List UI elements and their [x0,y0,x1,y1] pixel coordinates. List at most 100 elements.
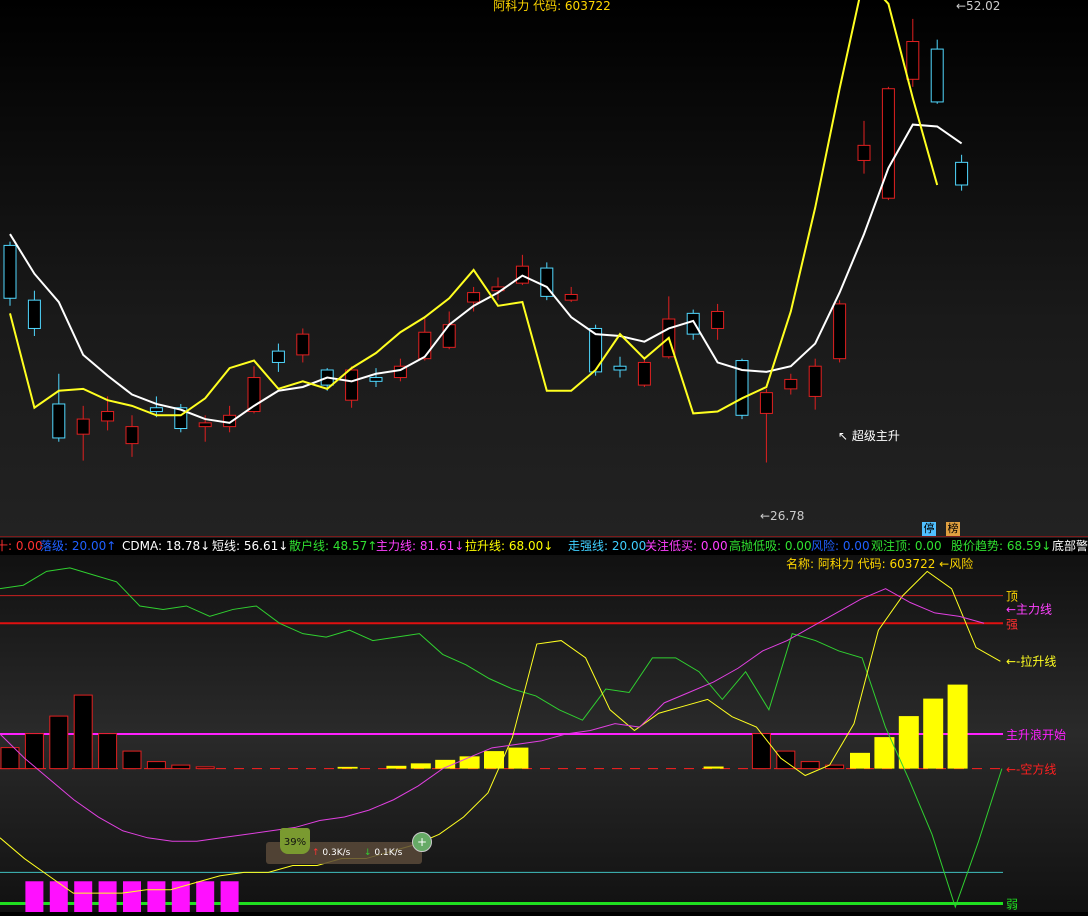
candle-body [76,418,90,435]
candle-body [906,41,920,80]
indicator-title: 名称: 阿科力 代码: 603722 ←风险 [786,556,973,571]
low-price-label: ←26.78 [760,509,804,523]
status-item: 观注顶: 0.00 [871,539,942,553]
indicator-status-bar: 十: 0.00 落级: 20.00↑ CDMA: 18.78↓ 短线: 56.61↓ 散… [0,538,1088,555]
bar-yellow [923,698,944,769]
status-item: 十: 0.00 [0,539,43,553]
status-item: CDMA: 18.78↓ [122,539,211,553]
bar-yellow [484,751,504,769]
candle-body [3,244,17,299]
bar-dark [195,766,215,770]
price-chart: 阿科力 代码: 603722 ←52.02 ←26.78 ↖ 超级主升 [3,0,1000,523]
green-line [0,567,1003,909]
candle-body [52,403,66,439]
indicator-chart: 名称: 阿科力 代码: 603722 ←风险顶强主升浪开始←-空方线弱←主力线←… [0,556,1066,916]
bar-magenta [171,881,190,916]
pull-line [0,570,1001,894]
bar-dark [73,694,93,770]
main-force-line [0,588,985,842]
candle-body [442,324,456,348]
candle-body [686,312,700,335]
candle-body [149,407,163,413]
bar-yellow [874,737,895,769]
candle-body [759,392,773,414]
bar-yellow [508,747,529,769]
bar-magenta [123,881,141,916]
candle-body [125,426,139,445]
bar-dark [146,761,166,770]
status-item: 风险: 0.00 [811,539,870,553]
status-item: 底部警 [1052,539,1088,553]
candle-body [467,292,481,303]
bar-yellow [410,763,431,769]
bar-dark [24,733,44,770]
network-speed-widget[interactable]: 39% ↑ 0.3K/s ↓ 0.1K/s + [266,822,432,864]
panel-divider [0,536,1088,537]
candle-body [418,331,432,360]
bar-dark [800,761,820,770]
bar-magenta [220,881,239,916]
status-item: 散户线: 48.57↑ [289,539,378,553]
status-item: 落级: 20.00↑ [40,539,117,553]
hline-label: 主升浪开始 [1006,727,1066,742]
status-item: 走强线: 20.00 [568,539,647,553]
bar-dark [98,733,118,770]
candle-body [784,378,798,390]
candle-body [369,377,383,382]
indicator-panel: 名称: 阿科力 代码: 603722 ←风险顶强主升浪开始 ←-空方线弱 ←主力线 ←… [0,555,1088,916]
bar-yellow [386,765,407,769]
hline-label: ←-空方线 [1006,762,1056,777]
candle-body [833,303,847,360]
candle-body [857,144,871,161]
candle-body [637,361,651,386]
hline-label: 强 [1006,617,1018,631]
candle-body [808,365,822,397]
candle-body [564,293,578,301]
candle-body [271,350,285,363]
main-line-label: ←主力线 [1006,602,1052,616]
bar-magenta [25,881,44,916]
candle-body [930,48,944,103]
bar-yellow [337,766,358,769]
upload-speed: ↑ 0.3K/s [312,848,351,858]
candle-body [296,333,310,356]
status-item: 短线: 56.61↓ [212,539,289,553]
candle-body [27,299,41,329]
hline-label: 弱 [1006,898,1018,912]
candle-body [613,365,627,371]
bar-yellow [459,756,480,769]
candle-body [345,369,359,401]
bar-dark [49,715,69,770]
signal-label: ↖ 超级主升 [838,428,900,443]
status-item: 高抛低吸: 0.00 [729,539,812,553]
download-speed: ↓ 0.1K/s [364,848,403,858]
bar-magenta [49,881,68,916]
status-item: 关注低买: 0.00 [645,539,728,553]
high-price-label: ←52.02 [956,0,1000,13]
ma-yellow-line [9,0,939,417]
candle-body [955,161,969,186]
candle-body [711,310,725,329]
bar-yellow [898,716,919,769]
bar-magenta [74,881,93,916]
candle-body [101,411,115,422]
status-item: 主力线: 81.61↓ [376,539,465,553]
bar-yellow [850,752,870,769]
status-item: 拉升线: 68.00↓ [465,539,554,553]
network-expand-icon[interactable]: + [412,832,432,852]
pull-line-label: ←-拉升线 [1006,653,1056,668]
bar-magenta [147,881,166,916]
chart-title: 阿科力 代码: 603722 [493,0,610,13]
bar-dark [122,750,142,770]
list-button[interactable]: 榜 [946,522,960,536]
bar-dark [171,764,191,770]
stop-button[interactable]: 停 [922,522,936,536]
bar-magenta [196,881,215,916]
bar-yellow [703,766,724,769]
bar-yellow [947,684,968,769]
bar-magenta [98,881,117,916]
price-panel: 阿科力 代码: 603722 ←52.02 ←26.78 ↖ 超级主升 [0,0,1088,538]
network-percent-badge: 39% [280,828,310,854]
candle-body [198,422,212,428]
bar-dark [751,733,771,770]
